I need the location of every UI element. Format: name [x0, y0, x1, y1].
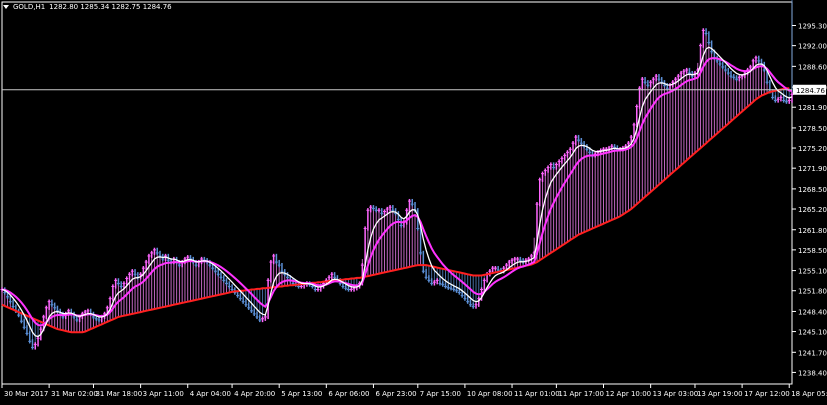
y-axis-tick-label: 1251.80: [798, 288, 827, 296]
x-axis-tick-label: 4 Apr 04:00: [190, 390, 231, 398]
x-axis-tick-label: 13 Apr 03:00: [653, 390, 699, 398]
x-axis-tick-label: 10 Apr 08:00: [467, 390, 513, 398]
x-axis-tick-label: 6 Apr 06:00: [328, 390, 369, 398]
y-axis-tick-label: 1295.30: [798, 23, 827, 31]
y-axis-tick-label: 1258.50: [798, 247, 827, 255]
gold-h1-chart[interactable]: 1295.301292.001288.601285.201281.901278.…: [0, 0, 827, 401]
x-axis-tick-label: 13 Apr 19:00: [697, 390, 743, 398]
y-axis-tick-label: 1238.40: [798, 369, 827, 377]
y-axis-tick-label: 1265.20: [798, 206, 827, 214]
x-axis-tick-label: 12 Apr 10:00: [606, 390, 652, 398]
x-axis-tick-label: 30 Mar 2017: [4, 390, 48, 398]
y-axis-tick-label: 1281.90: [798, 104, 827, 112]
y-axis-tick-label: 1288.60: [798, 63, 827, 71]
x-axis-tick-label: 18 Apr 05:00: [791, 390, 827, 398]
x-axis-tick-label: 3 Apr 11:00: [143, 390, 184, 398]
y-axis-tick-label: 1275.20: [798, 145, 827, 153]
x-axis-tick-label: 6 Apr 23:00: [375, 390, 416, 398]
y-axis-tick-label: 1261.80: [798, 227, 827, 235]
chart-canvas[interactable]: 1295.301292.001288.601285.201281.901278.…: [0, 0, 827, 401]
dropdown-triangle-icon[interactable]: [3, 5, 9, 9]
x-axis-tick-label: 31 Mar 18:00: [95, 390, 142, 398]
y-axis-tick-label: 1255.10: [798, 268, 827, 276]
symbol-header: GOLD,H1 1282.80 1285.34 1282.75 1284.76: [3, 1, 172, 13]
ohlc-values: 1282.80 1285.34 1282.75 1284.76: [49, 3, 172, 11]
x-axis-tick-label: 31 Mar 02:00: [51, 390, 98, 398]
y-axis-tick-label: 1292.00: [798, 43, 827, 51]
x-axis-tick-label: 4 Apr 20:00: [234, 390, 275, 398]
x-axis-tick-label: 11 Apr 17:00: [558, 390, 604, 398]
x-axis-tick-label: 5 Apr 13:00: [281, 390, 322, 398]
y-axis-tick-label: 1241.70: [798, 349, 827, 357]
symbol-timeframe: GOLD,H1: [13, 3, 46, 11]
x-axis-tick-label: 17 Apr 12:00: [744, 390, 790, 398]
x-axis-tick-label: 7 Apr 15:00: [420, 390, 461, 398]
y-axis-tick-label: 1271.90: [798, 165, 827, 173]
y-axis-tick-label: 1248.40: [798, 308, 827, 316]
y-axis-tick-label: 1278.50: [798, 125, 827, 133]
y-axis-tick-label: 1268.50: [798, 186, 827, 194]
x-axis-tick-label: 11 Apr 01:00: [514, 390, 560, 398]
y-axis-tick-label: 1245.10: [798, 329, 827, 337]
bid-price-label: 1284.76: [796, 87, 825, 95]
